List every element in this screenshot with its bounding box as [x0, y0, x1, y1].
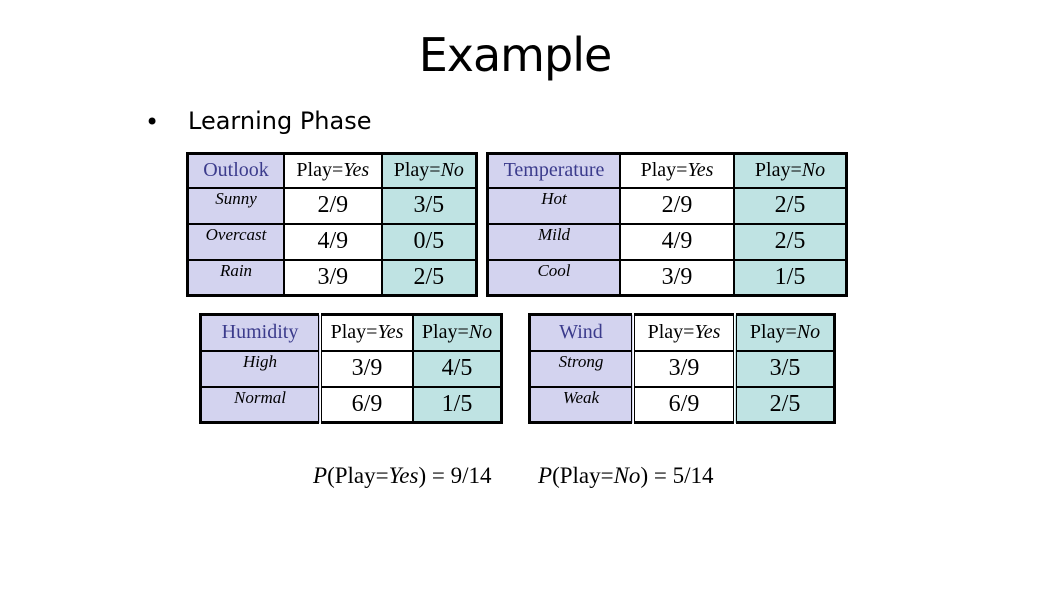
outlook-table: Outlook Play=Yes Play=No Sunny 2/9 3/5 O… [186, 152, 478, 297]
bullet-icon: • [145, 108, 160, 136]
attribute-value: Overcast [186, 222, 285, 261]
table-row: Weak 6/9 2/5 [528, 385, 836, 424]
table-header-yes: Play=Yes [319, 313, 414, 352]
prior-yes: P(Play=Yes) = 9/14 [313, 463, 492, 488]
attribute-value: Strong [528, 349, 635, 388]
attribute-value: Rain [186, 258, 285, 297]
prob-no: 2/5 [734, 385, 836, 424]
humidity-table: Humidity Play=Yes Play=No High 3/9 4/5 N… [199, 313, 503, 424]
attribute-value: Sunny [186, 186, 285, 225]
temperature-table: Temperature Play=Yes Play=No Hot 2/9 2/5… [486, 152, 848, 297]
attribute-value: Cool [486, 258, 621, 297]
attribute-value: Weak [528, 385, 635, 424]
prob-no: 2/5 [733, 222, 848, 261]
prob-yes: 6/9 [632, 385, 737, 424]
prob-yes: 3/9 [319, 349, 414, 388]
attribute-value: Normal [199, 385, 322, 424]
table-header-yes: Play=Yes [619, 152, 735, 189]
table-row: Hot 2/9 2/5 [486, 186, 848, 225]
table-header-attribute: Outlook [186, 152, 285, 189]
prob-yes: 4/9 [619, 222, 735, 261]
table-header-yes: Play=Yes [283, 152, 383, 189]
prob-yes: 2/9 [283, 186, 383, 225]
table-header-no: Play=No [380, 152, 478, 189]
prob-no: 1/5 [733, 258, 848, 297]
table-header-attribute: Humidity [199, 313, 322, 352]
table-row: Rain 3/9 2/5 [186, 258, 478, 297]
table-row: High 3/9 4/5 [199, 349, 503, 388]
slide-title: Example [418, 28, 613, 82]
table-header-no: Play=No [412, 313, 503, 352]
table-header-attribute: Temperature [486, 152, 621, 189]
prob-no: 2/5 [380, 258, 478, 297]
attribute-value: High [199, 349, 322, 388]
bullet-text: Learning Phase [188, 107, 372, 135]
table-row: Strong 3/9 3/5 [528, 349, 836, 388]
table-header-yes: Play=Yes [632, 313, 737, 352]
prob-yes: 3/9 [283, 258, 383, 297]
prob-no: 1/5 [412, 385, 503, 424]
attribute-value: Hot [486, 186, 621, 225]
prob-no: 3/5 [380, 186, 478, 225]
attribute-value: Mild [486, 222, 621, 261]
prob-no: 4/5 [412, 349, 503, 388]
prob-yes: 4/9 [283, 222, 383, 261]
table-header-attribute: Wind [528, 313, 635, 352]
prob-no: 3/5 [734, 349, 836, 388]
table-row: Sunny 2/9 3/5 [186, 186, 478, 225]
table-header-no: Play=No [734, 313, 836, 352]
prior-no: P(Play=No) = 5/14 [538, 463, 714, 488]
table-row: Mild 4/9 2/5 [486, 222, 848, 261]
table-header-no: Play=No [733, 152, 848, 189]
prob-no: 0/5 [380, 222, 478, 261]
table-row: Normal 6/9 1/5 [199, 385, 503, 424]
prob-yes: 3/9 [619, 258, 735, 297]
prob-yes: 3/9 [632, 349, 737, 388]
table-row: Overcast 4/9 0/5 [186, 222, 478, 261]
prob-yes: 6/9 [319, 385, 414, 424]
wind-table: Wind Play=Yes Play=No Strong 3/9 3/5 Wea… [528, 313, 836, 424]
prob-no: 2/5 [733, 186, 848, 225]
table-row: Cool 3/9 1/5 [486, 258, 848, 297]
prob-yes: 2/9 [619, 186, 735, 225]
